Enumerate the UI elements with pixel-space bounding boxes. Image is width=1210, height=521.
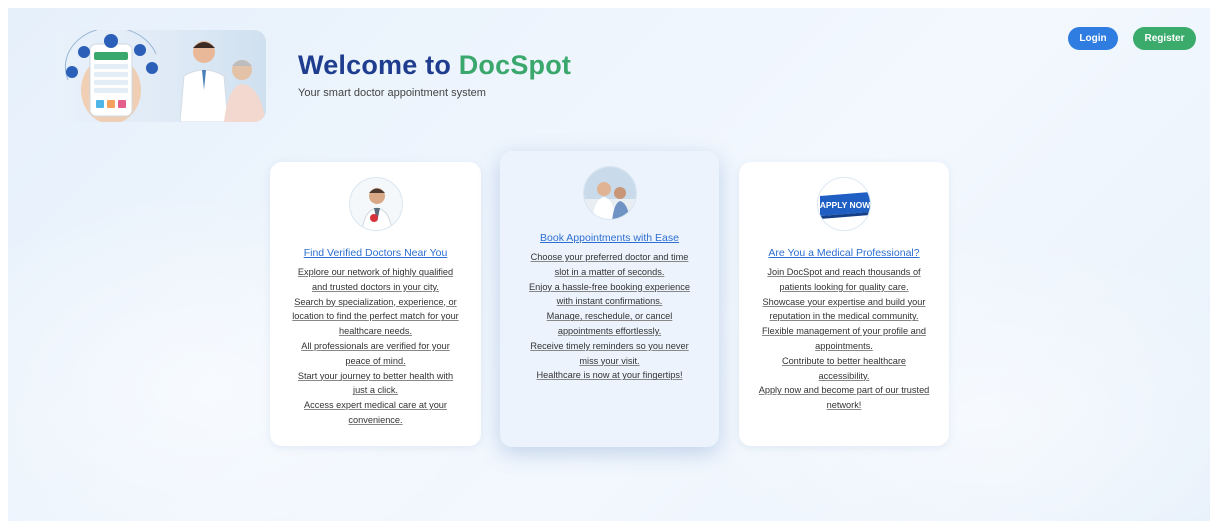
card-line[interactable]: Enjoy a hassle-free booking experience	[506, 280, 713, 295]
title-prefix: Welcome to	[298, 50, 459, 80]
card-line[interactable]: Receive timely reminders so you never	[506, 339, 713, 354]
doctor-avatar-icon	[348, 177, 403, 231]
page-subtitle: Your smart doctor appointment system	[298, 87, 486, 99]
card-description: Explore our network of highly qualified …	[270, 265, 481, 428]
card-line[interactable]: Join DocSpot and reach thousands of	[745, 265, 943, 280]
hero-image	[56, 30, 266, 122]
apply-now-badge-text: APPLY NOW	[820, 200, 871, 210]
card-title[interactable]: Book Appointments with Ease	[500, 232, 719, 244]
card-line[interactable]: Choose your preferred doctor and time	[506, 250, 713, 265]
card-line[interactable]: miss your visit.	[506, 354, 713, 369]
feature-card-book-appointments: Book Appointments with Ease Choose your …	[500, 151, 719, 447]
card-line[interactable]: Access expert medical care at your	[276, 398, 475, 413]
card-title[interactable]: Are You a Medical Professional?	[739, 247, 949, 259]
apply-now-badge-icon: APPLY NOW	[817, 177, 871, 231]
card-line[interactable]: peace of mind.	[276, 354, 475, 369]
landing-page: Welcome to DocSpot Your smart doctor app…	[8, 8, 1210, 521]
header-text: Welcome to DocSpot Your smart doctor app…	[298, 50, 571, 99]
feature-card-medical-professional: APPLY NOW Are You a Medical Professional…	[739, 162, 949, 446]
card-line[interactable]: healthcare needs.	[276, 324, 475, 339]
card-line[interactable]: All professionals are verified for your	[276, 339, 475, 354]
card-description: Choose your preferred doctor and time sl…	[500, 250, 719, 383]
card-line[interactable]: Apply now and become part of our trusted	[745, 383, 943, 398]
card-line[interactable]: Showcase your expertise and build your	[745, 295, 943, 310]
card-line[interactable]: Contribute to better healthcare	[745, 354, 943, 369]
card-line[interactable]: with instant confirmations.	[506, 294, 713, 309]
card-line[interactable]: slot in a matter of seconds.	[506, 265, 713, 280]
card-line[interactable]: Search by specialization, experience, or	[276, 295, 475, 310]
login-button[interactable]: Login	[1068, 27, 1118, 50]
register-button[interactable]: Register	[1133, 27, 1196, 50]
card-title[interactable]: Find Verified Doctors Near You	[270, 247, 481, 259]
card-line[interactable]: Flexible management of your profile and	[745, 324, 943, 339]
appointment-photo-icon	[582, 166, 637, 220]
card-line[interactable]: network!	[745, 398, 943, 413]
card-line[interactable]: Explore our network of highly qualified	[276, 265, 475, 280]
card-line[interactable]: Start your journey to better health with	[276, 369, 475, 384]
card-line[interactable]: appointments effortlessly.	[506, 324, 713, 339]
card-line[interactable]: accessibility.	[745, 369, 943, 384]
feature-card-find-doctors: Find Verified Doctors Near You Explore o…	[270, 162, 481, 446]
card-line[interactable]: patients looking for quality care.	[745, 280, 943, 295]
card-line[interactable]: convenience.	[276, 413, 475, 428]
card-line[interactable]: Healthcare is now at your fingertips!	[506, 368, 713, 383]
brand-name: DocSpot	[458, 50, 572, 80]
card-line[interactable]: just a click.	[276, 383, 475, 398]
card-line[interactable]: Manage, reschedule, or cancel	[506, 309, 713, 324]
card-line[interactable]: appointments.	[745, 339, 943, 354]
card-description: Join DocSpot and reach thousands of pati…	[739, 265, 949, 413]
card-line[interactable]: location to find the perfect match for y…	[276, 309, 475, 324]
card-line[interactable]: and trusted doctors in your city.	[276, 280, 475, 295]
card-line[interactable]: reputation in the medical community.	[745, 309, 943, 324]
page-title: Welcome to DocSpot	[298, 50, 571, 81]
